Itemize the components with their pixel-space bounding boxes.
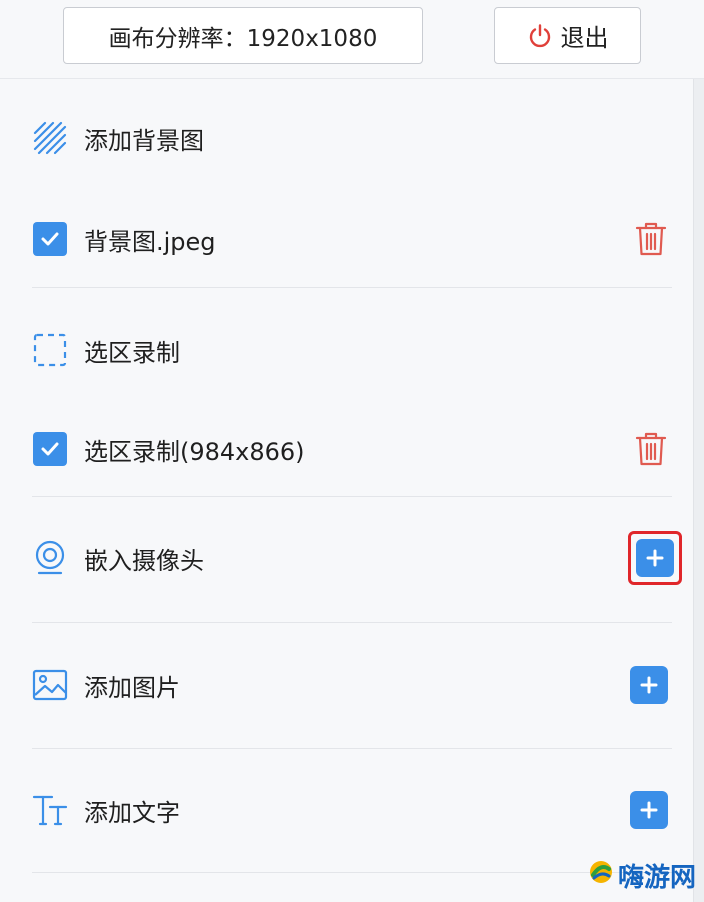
checkbox-checked-icon[interactable] (33, 432, 67, 466)
checkbox-checked-icon[interactable] (33, 222, 67, 256)
layer-panel (0, 79, 694, 902)
region-record-item-label: 选区录制(984x866) (84, 437, 305, 466)
region-record-row[interactable]: 选区录制 (32, 326, 672, 374)
background-checkbox[interactable] (32, 221, 68, 257)
watermark: 嗨游网 (588, 857, 696, 894)
divider (32, 496, 672, 497)
canvas-resolution-button[interactable]: 画布分辨率：1920x1080 (63, 7, 423, 64)
add-image-row: 添加图片 (32, 661, 672, 709)
divider (32, 872, 672, 873)
embed-camera-add-highlight (628, 531, 682, 585)
image-icon (32, 667, 68, 703)
add-background-label: 添加背景图 (84, 126, 204, 155)
exit-label: 退出 (560, 24, 609, 52)
add-image-button[interactable] (630, 666, 668, 704)
region-record-item-row: 选区录制(984x866) (32, 425, 672, 473)
app-window: 画布分辨率：1920x1080 退出 添加背景图 背景图.jpeg 选区录制 选… (0, 0, 704, 902)
plus-icon[interactable] (636, 539, 674, 577)
hatched-square-icon (32, 120, 68, 156)
add-image-label: 添加图片 (84, 673, 180, 702)
divider (32, 287, 672, 288)
embed-camera-label: 嵌入摄像头 (84, 546, 204, 575)
trash-icon[interactable] (634, 221, 668, 257)
plus-icon[interactable] (630, 791, 668, 829)
watermark-logo-icon (588, 859, 614, 892)
canvas-resolution-label: 画布分辨率：1920x1080 (108, 25, 378, 52)
region-record-label: 选区录制 (84, 338, 180, 367)
add-background-row[interactable]: 添加背景图 (32, 114, 672, 162)
divider (32, 622, 672, 623)
add-text-row: 添加文字 (32, 786, 672, 834)
plus-icon[interactable] (630, 666, 668, 704)
region-checkbox[interactable] (32, 431, 68, 467)
top-toolbar: 画布分辨率：1920x1080 退出 (0, 0, 704, 79)
divider (32, 748, 672, 749)
watermark-text: 嗨游网 (617, 863, 696, 893)
exit-button[interactable]: 退出 (494, 7, 641, 64)
add-text-button[interactable] (630, 791, 668, 829)
background-file-row: 背景图.jpeg (32, 215, 672, 263)
text-icon (32, 792, 68, 828)
add-text-label: 添加文字 (84, 798, 180, 827)
trash-icon[interactable] (634, 431, 668, 467)
panel-scrollbar[interactable] (693, 79, 704, 902)
background-file-label: 背景图.jpeg (84, 227, 216, 256)
camera-icon (32, 540, 68, 576)
highlight-box (628, 531, 682, 585)
embed-camera-row: 嵌入摄像头 (32, 531, 682, 585)
dashed-square-icon (32, 332, 68, 368)
power-icon (527, 23, 553, 49)
